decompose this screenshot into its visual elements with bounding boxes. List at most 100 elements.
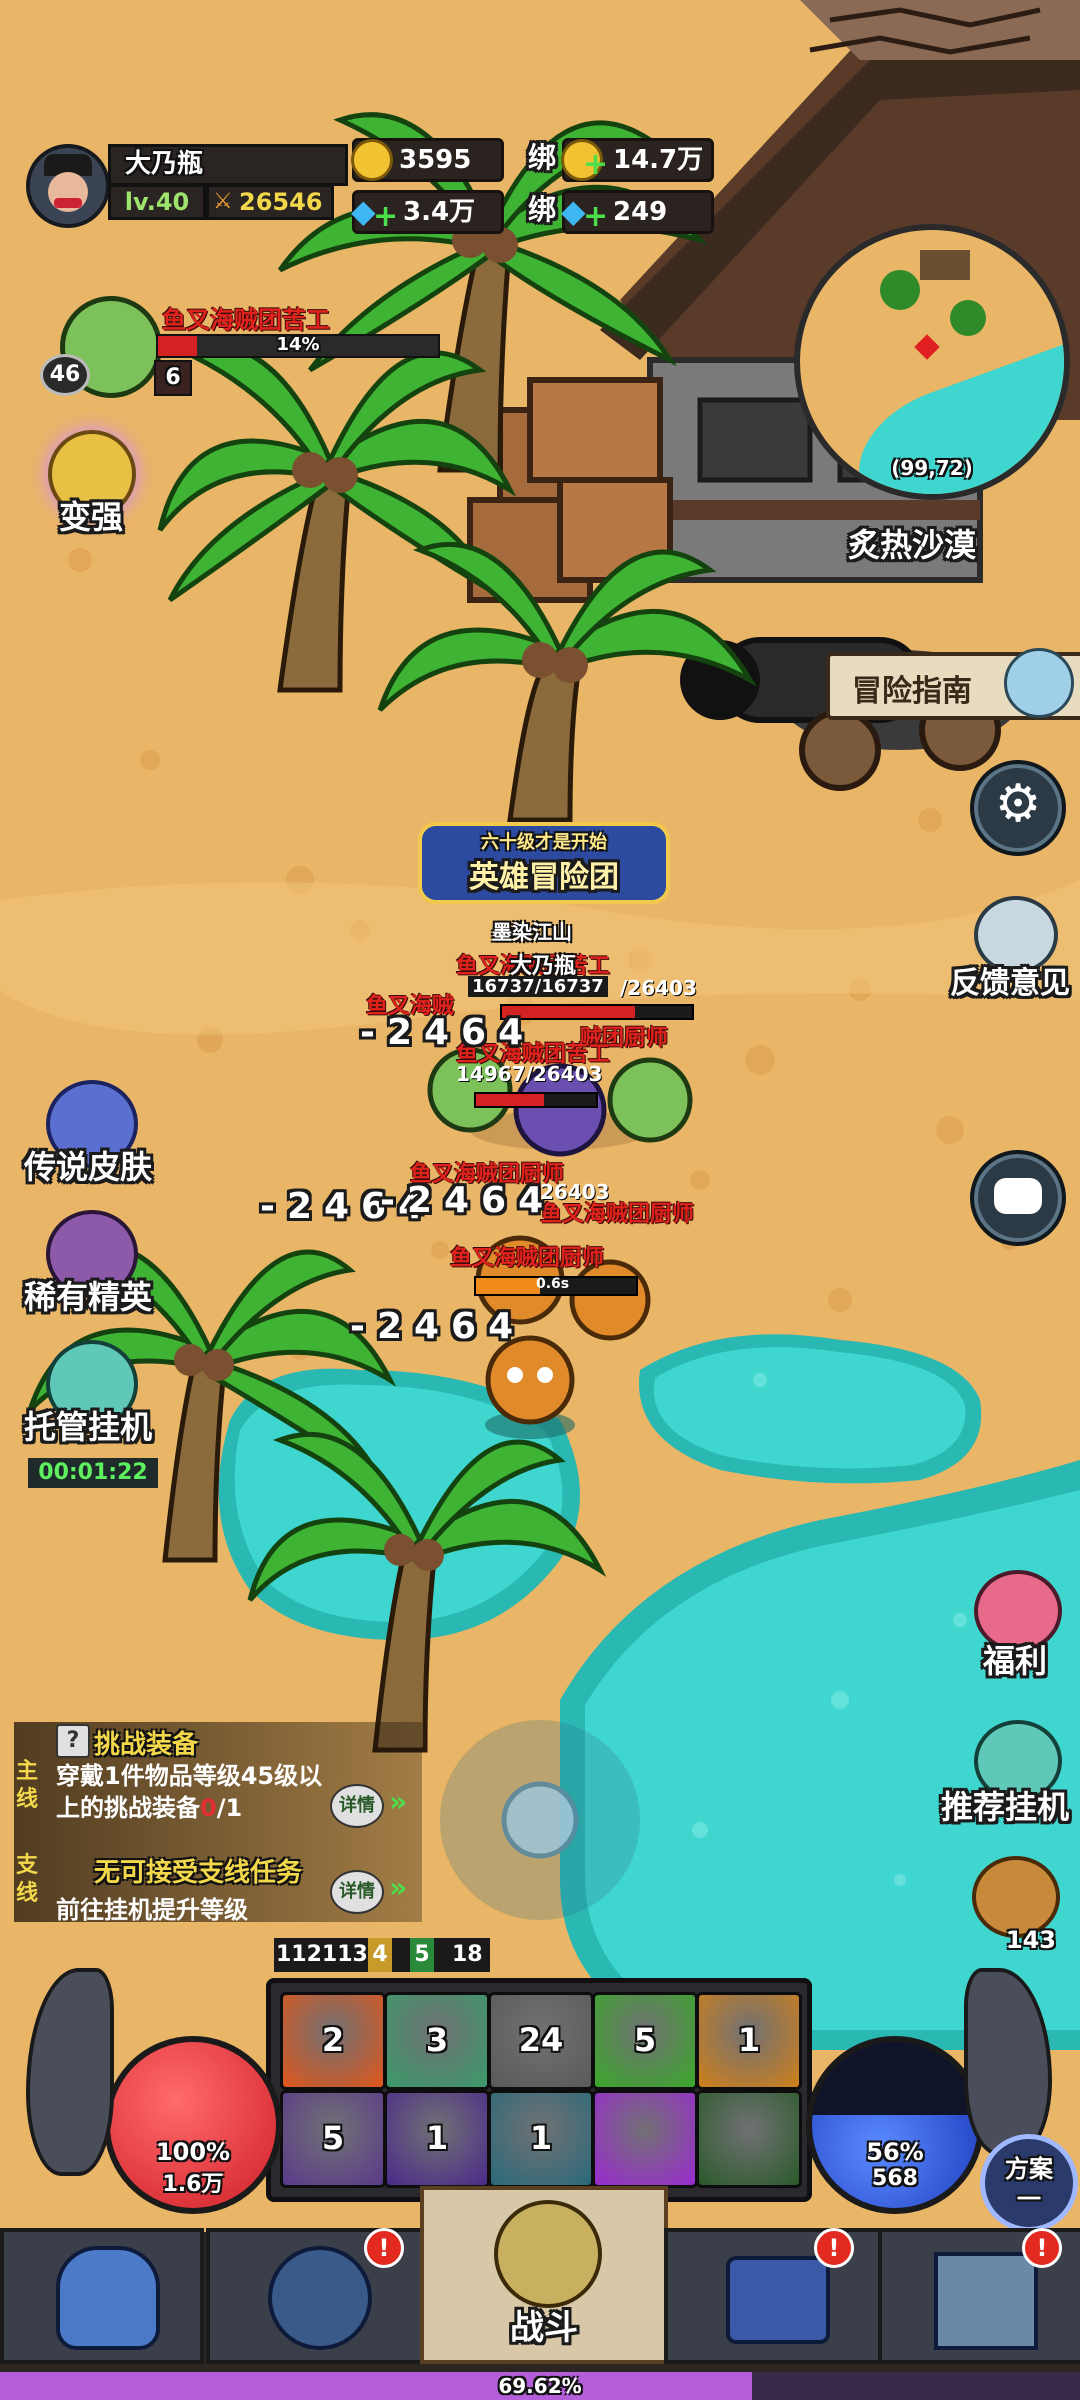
combat-power: ⚔ 26546: [206, 184, 334, 220]
target-hp-bar: 14%: [156, 334, 440, 358]
banner-subtitle: 六十级才是开始: [481, 832, 607, 853]
hp-orb: 100% 1.6万: [104, 2036, 282, 2214]
castle-icon: [934, 2252, 1038, 2350]
target-level-badge: 46: [40, 354, 90, 396]
adventure-guide-button[interactable]: 冒险指南: [826, 648, 1080, 720]
skill-cooldown-count: 1: [425, 2119, 449, 2157]
player-hp-text: 16737/16737: [468, 976, 608, 997]
recommend-idle-label: 推荐挂机: [940, 1788, 1069, 1826]
player-panel[interactable]: 大乃瓶 lv.40 ⚔ 26546: [26, 140, 348, 230]
hero-adventure-banner[interactable]: 六十级才是开始 英雄冒险团: [418, 822, 670, 904]
banner-title: 英雄冒险团: [469, 860, 619, 895]
enemy-hp-bar-2: [474, 1092, 598, 1108]
skill-slot[interactable]: 5: [280, 2090, 386, 2188]
bread-item-button[interactable]: 143: [966, 1856, 1066, 1956]
skill-slot[interactable]: 1: [696, 1992, 802, 2090]
nav-tab-skills[interactable]: !: [206, 2228, 424, 2364]
quest-panel[interactable]: 主线 ? 挑战装备 穿戴1件物品等级45级以上的挑战装备0/1 详情 » 支线 …: [14, 1722, 422, 1924]
nav-tab-character[interactable]: [0, 2228, 204, 2364]
feedback-button[interactable]: 反馈意见: [940, 896, 1080, 1006]
target-count: 6: [154, 360, 192, 396]
rare-elite-button[interactable]: 稀有精英: [8, 1210, 168, 1320]
gold-value: 3595: [399, 145, 472, 175]
player-avatar[interactable]: [26, 144, 110, 228]
side-quest-title: 无可接受支线任务: [94, 1858, 303, 1888]
recommend-idle-button[interactable]: 推荐挂机: [930, 1720, 1080, 1840]
guild-name: 墨染江山: [492, 920, 572, 944]
status-count-4: 18: [452, 1942, 483, 1967]
plan-switch-button[interactable]: 方案 一: [980, 2134, 1078, 2232]
enemy-hp-text-1: /26403: [620, 976, 697, 1000]
nav-tab-castle[interactable]: !: [878, 2228, 1080, 2364]
chat-button[interactable]: [970, 1150, 1066, 1246]
enemy-hp-text-2: 14967/26403: [456, 1062, 603, 1086]
skill-cooldown-count: 1: [737, 2021, 761, 2059]
bread-count: 143: [1005, 1926, 1056, 1954]
skill-slot[interactable]: 1: [488, 2090, 594, 2188]
skill-slot[interactable]: 2: [280, 1992, 386, 2090]
bound-diamond-value: 249: [613, 197, 668, 227]
damage-number-1: -2464: [360, 1012, 536, 1053]
damage-number-4: -2464: [350, 1306, 526, 1347]
nav-tab-equipment[interactable]: !: [664, 2228, 882, 2364]
diamond-value: 3.4万: [403, 197, 476, 227]
hp-value: 1.6万: [162, 2172, 224, 2197]
auto-idle-button[interactable]: 托管挂机 00:01:22: [8, 1340, 168, 1490]
skills-notification-badge: !: [364, 2228, 404, 2268]
bound-gold-counter[interactable]: + 14.7万: [561, 138, 714, 182]
skill-slot[interactable]: 1: [384, 2090, 490, 2188]
auto-idle-timer: 00:01:22: [28, 1458, 158, 1488]
chest-icon: [726, 2256, 830, 2344]
target-panel[interactable]: 46 鱼叉海贼团苦工 14% 6: [40, 296, 440, 398]
skill-slot[interactable]: [696, 2090, 802, 2188]
skill-cooldown-count: 2: [321, 2021, 345, 2059]
double-chevron-right-icon: »: [389, 1871, 408, 1904]
main-quest-progress-current: 0: [200, 1794, 217, 1822]
main-quest-desc: 穿戴1件物品等级45级以上的挑战装备0/1: [56, 1760, 326, 1824]
enemy-label-6: 鱼叉海贼团厨师: [540, 1202, 695, 1227]
skull-swords-icon: [494, 2200, 602, 2308]
legend-skin-button[interactable]: 传说皮肤: [8, 1080, 168, 1190]
battle-label: 战斗: [510, 2308, 578, 2348]
bound-diamond-plus-icon: +: [583, 199, 609, 234]
bound-diamond-counter[interactable]: ◆ + 249: [561, 190, 714, 234]
mp-value: 568: [872, 2166, 918, 2191]
diamond-counter[interactable]: ◆ + 3.4万: [351, 190, 504, 234]
main-quest-progress-total: /1: [216, 1794, 243, 1822]
bound-gold-plus-icon: +: [583, 147, 609, 182]
side-quest-detail-button[interactable]: 详情 »: [330, 1870, 420, 1914]
skill-slot[interactable]: [592, 2090, 698, 2188]
minimap[interactable]: (99,72): [794, 224, 1070, 500]
guide-character-icon: [1004, 648, 1074, 718]
adventure-guide-label: 冒险指南: [852, 674, 972, 709]
settings-button[interactable]: ⚙: [970, 760, 1066, 856]
hp-percent: 100%: [155, 2138, 231, 2166]
main-quest-title: 挑战装备: [94, 1730, 199, 1760]
skill-cooldown-count: 3: [425, 2021, 449, 2059]
status-counts: 112113 4 5 18: [274, 1938, 490, 1972]
nav-tab-battle[interactable]: 战斗: [420, 2186, 668, 2364]
plan-number: 一: [1017, 2185, 1041, 2213]
main-quest-detail-button[interactable]: 详情 »: [330, 1784, 420, 1828]
gold-counter[interactable]: 3595: [351, 138, 504, 182]
skill-slot[interactable]: 24: [488, 1992, 594, 2090]
status-count-2: 4: [368, 1938, 392, 1972]
gold-coin-icon: [351, 139, 393, 181]
side-quest-tag: 支线: [16, 1853, 39, 1906]
bound-diamond-icon: ◆: [561, 192, 586, 230]
skill-cooldown-count: 5: [633, 2021, 657, 2059]
skill-slot[interactable]: 5: [592, 1992, 698, 2090]
mp-percent: 56%: [866, 2138, 924, 2166]
bound-gold-value: 14.7万: [613, 145, 704, 175]
exp-bar: 69.62%: [0, 2372, 1080, 2400]
minimap-coords: (99,72): [891, 456, 973, 480]
skill-cooldown-count: 5: [321, 2119, 345, 2157]
skill-cooldown-count: 1: [529, 2119, 553, 2157]
hooded-mage-icon: [268, 2246, 372, 2350]
welfare-button[interactable]: 福利: [960, 1570, 1070, 1690]
swords-icon: ⚔: [213, 189, 233, 214]
player-name: 大乃瓶: [108, 144, 348, 186]
strengthen-button[interactable]: 变强: [36, 430, 146, 540]
main-quest-detail-label: 详情: [330, 1784, 384, 1828]
skill-slot[interactable]: 3: [384, 1992, 490, 2090]
